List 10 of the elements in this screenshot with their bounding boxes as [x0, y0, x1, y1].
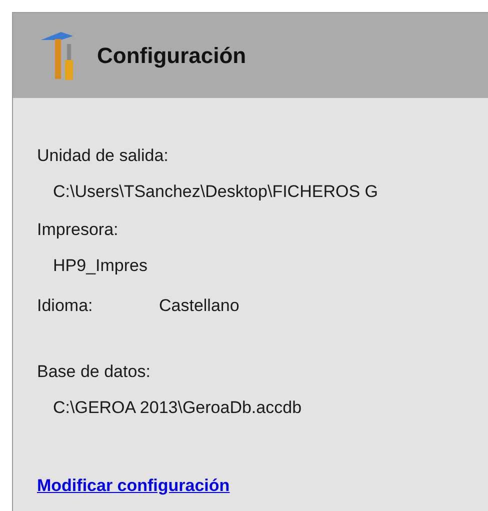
field-label: Impresora: — [37, 219, 120, 241]
field-value: Castellano — [159, 295, 240, 317]
field-value: C:\GEROA 2013\GeroaDb.accdb — [52, 397, 303, 419]
field-value: HP9_Impres — [52, 255, 148, 277]
field-label: Idioma: — [37, 295, 94, 317]
field-label: Unidad de salida: — [37, 145, 170, 167]
header-title: Configuración — [97, 42, 246, 70]
modify-settings-link[interactable]: Modificar configuración — [37, 476, 230, 495]
field-label: Base de datos: — [37, 361, 152, 383]
field-value: C:\Users\TSanchez\Desktop\FICHEROS G — [52, 181, 379, 203]
